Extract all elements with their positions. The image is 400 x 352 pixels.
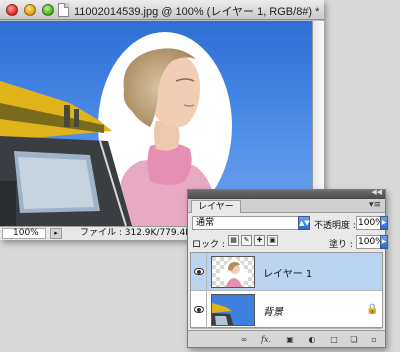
- collapse-icon[interactable]: ◀◀: [371, 188, 382, 196]
- document-titlebar[interactable]: 11002014539.jpg @ 100% (レイヤー 1, RGB/8#) …: [0, 0, 324, 20]
- adjustment-icon[interactable]: ◐: [306, 334, 318, 345]
- blend-mode-select[interactable]: 通常 ▲▼: [192, 216, 310, 230]
- folder-icon[interactable]: □: [328, 334, 340, 345]
- document-title: 11002014539.jpg @ 100% (レイヤー 1, RGB/8#) …: [74, 6, 320, 18]
- new-layer-icon[interactable]: ❏: [348, 334, 360, 345]
- opacity-field[interactable]: 100% ▶: [356, 216, 388, 230]
- eye-icon[interactable]: [194, 306, 204, 313]
- lock-image-icon[interactable]: ✎: [241, 235, 252, 246]
- lock-transparency-icon[interactable]: ▦: [228, 235, 239, 246]
- visibility-toggle[interactable]: [191, 253, 207, 291]
- blend-mode-value: 通常: [196, 218, 215, 228]
- fill-field[interactable]: 100% ▶: [356, 235, 388, 249]
- lock-position-icon[interactable]: ✚: [254, 235, 265, 246]
- layer-row-layer-1[interactable]: レイヤー 1: [191, 253, 382, 291]
- zoom-field[interactable]: 100%: [2, 228, 46, 239]
- lock-all-icon[interactable]: ▣: [267, 235, 278, 246]
- fill-arrow-icon[interactable]: ▶: [380, 235, 388, 249]
- zoom-button[interactable]: [42, 4, 54, 16]
- minimize-button[interactable]: [24, 4, 36, 16]
- tab-layers[interactable]: レイヤー: [191, 200, 241, 213]
- eye-icon[interactable]: [194, 268, 204, 275]
- lock-label: ロック :: [192, 240, 225, 250]
- file-size-info: ファイル : 312.9K/779.4K: [80, 228, 192, 238]
- panel-footer: ∞ fx. ▣ ◐ □ ❏ ▫: [188, 330, 385, 347]
- layer-name[interactable]: レイヤー 1: [263, 265, 312, 280]
- document-icon: [58, 3, 69, 17]
- status-menu-icon[interactable]: ▸: [50, 228, 62, 239]
- visibility-toggle[interactable]: [191, 291, 207, 329]
- layer-thumbnail: [211, 294, 255, 326]
- fx-icon[interactable]: fx.: [260, 334, 272, 345]
- opacity-label: 不透明度 :: [314, 221, 356, 231]
- trash-icon[interactable]: ▫: [368, 334, 380, 345]
- layer-row-background[interactable]: 背景 🔒: [191, 291, 382, 329]
- dropdown-arrow-icon[interactable]: ▲▼: [298, 216, 310, 230]
- layers-list: レイヤー 1 背景 🔒: [190, 252, 383, 329]
- panel-tab-row: レイヤー ▾≡: [188, 199, 385, 213]
- panel-drag-bar[interactable]: ◀◀: [188, 188, 385, 199]
- fill-label: 塗り :: [329, 240, 353, 250]
- lock-icon: 🔒: [366, 304, 379, 315]
- layers-panel: ◀◀ レイヤー ▾≡ 通常 ▲▼ 不透明度 : 100% ▶ ロック : ▦ ✎…: [187, 188, 388, 348]
- opacity-arrow-icon[interactable]: ▶: [380, 216, 388, 230]
- layer-thumbnail: [211, 256, 255, 288]
- layer-name[interactable]: 背景: [263, 303, 283, 318]
- link-icon[interactable]: ∞: [238, 334, 250, 345]
- mask-icon[interactable]: ▣: [284, 334, 296, 345]
- panel-menu-icon[interactable]: ▾≡: [369, 200, 381, 210]
- close-button[interactable]: [6, 4, 18, 16]
